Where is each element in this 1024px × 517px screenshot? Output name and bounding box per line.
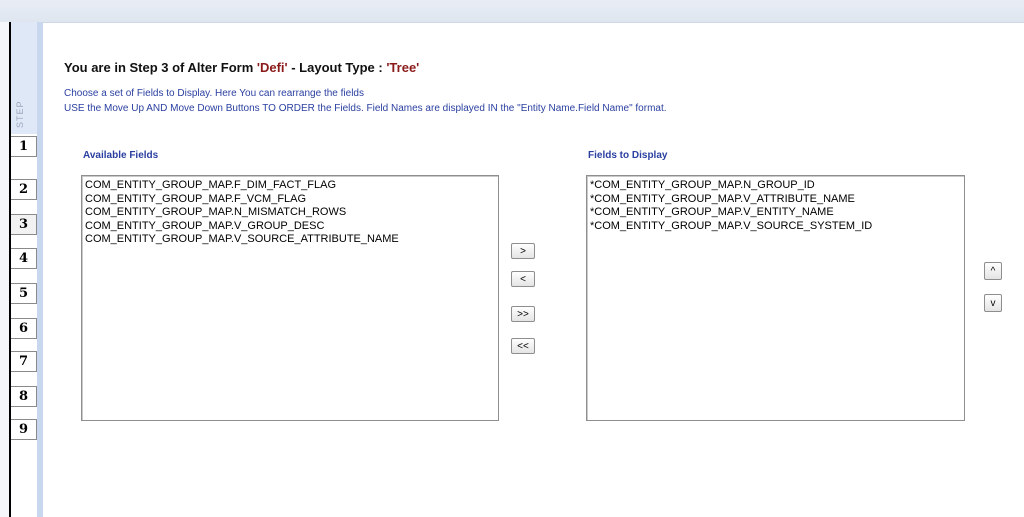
list-item[interactable]: COM_ENTITY_GROUP_MAP.F_DIM_FACT_FLAG — [85, 179, 495, 193]
step-label: STEP — [15, 100, 25, 128]
step-5-button[interactable]: 5 — [11, 283, 37, 304]
step-3-button[interactable]: 3 — [11, 214, 37, 235]
available-fields-label: Available Fields — [83, 150, 159, 161]
list-item[interactable]: *COM_ENTITY_GROUP_MAP.V_ATTRIBUTE_NAME — [590, 193, 961, 207]
move-all-left-button[interactable]: << — [511, 338, 535, 354]
fields-to-display-label: Fields to Display — [588, 150, 668, 161]
step-1-button[interactable]: 1 — [11, 136, 37, 157]
list-item[interactable]: COM_ENTITY_GROUP_MAP.V_SOURCE_ATTRIBUTE_… — [85, 233, 495, 247]
move-left-button[interactable]: < — [511, 271, 535, 287]
step-rail: STEP — [11, 22, 37, 517]
top-bar — [0, 0, 1024, 23]
rail-divider — [37, 22, 43, 517]
layout-type: 'Tree' — [386, 60, 420, 75]
list-item[interactable]: COM_ENTITY_GROUP_MAP.N_MISMATCH_ROWS — [85, 206, 495, 220]
move-right-button[interactable]: > — [511, 243, 535, 259]
move-down-button[interactable]: v — [984, 294, 1002, 312]
fields-to-display-list[interactable]: *COM_ENTITY_GROUP_MAP.N_GROUP_ID *COM_EN… — [586, 175, 965, 421]
step-7-button[interactable]: 7 — [11, 351, 37, 372]
step-4-button[interactable]: 4 — [11, 248, 37, 269]
move-all-right-button[interactable]: >> — [511, 306, 535, 322]
form-name: 'Defi' — [256, 60, 288, 75]
step-6-button[interactable]: 6 — [11, 318, 37, 339]
step-9-button[interactable]: 9 — [11, 419, 37, 440]
title-mid: - Layout Type : — [287, 60, 387, 75]
description-line-1: Choose a set of Fields to Display. Here … — [64, 88, 364, 99]
step-8-button[interactable]: 8 — [11, 386, 37, 407]
list-item[interactable]: COM_ENTITY_GROUP_MAP.F_VCM_FLAG — [85, 193, 495, 207]
move-up-button[interactable]: ^ — [984, 262, 1002, 280]
list-item[interactable]: *COM_ENTITY_GROUP_MAP.V_ENTITY_NAME — [590, 206, 961, 220]
description-line-2: USE the Move Up AND Move Down Buttons TO… — [64, 103, 667, 114]
title-prefix: You are in Step 3 of Alter Form — [64, 60, 257, 75]
step-2-button[interactable]: 2 — [11, 179, 37, 200]
list-item[interactable]: *COM_ENTITY_GROUP_MAP.V_SOURCE_SYSTEM_ID — [590, 220, 961, 234]
list-item[interactable]: *COM_ENTITY_GROUP_MAP.N_GROUP_ID — [590, 179, 961, 193]
left-panel-edge — [0, 22, 11, 517]
page-title: You are in Step 3 of Alter Form 'Defi' -… — [64, 60, 419, 75]
available-fields-list[interactable]: COM_ENTITY_GROUP_MAP.F_DIM_FACT_FLAG COM… — [81, 175, 499, 421]
list-item[interactable]: COM_ENTITY_GROUP_MAP.V_GROUP_DESC — [85, 220, 495, 234]
